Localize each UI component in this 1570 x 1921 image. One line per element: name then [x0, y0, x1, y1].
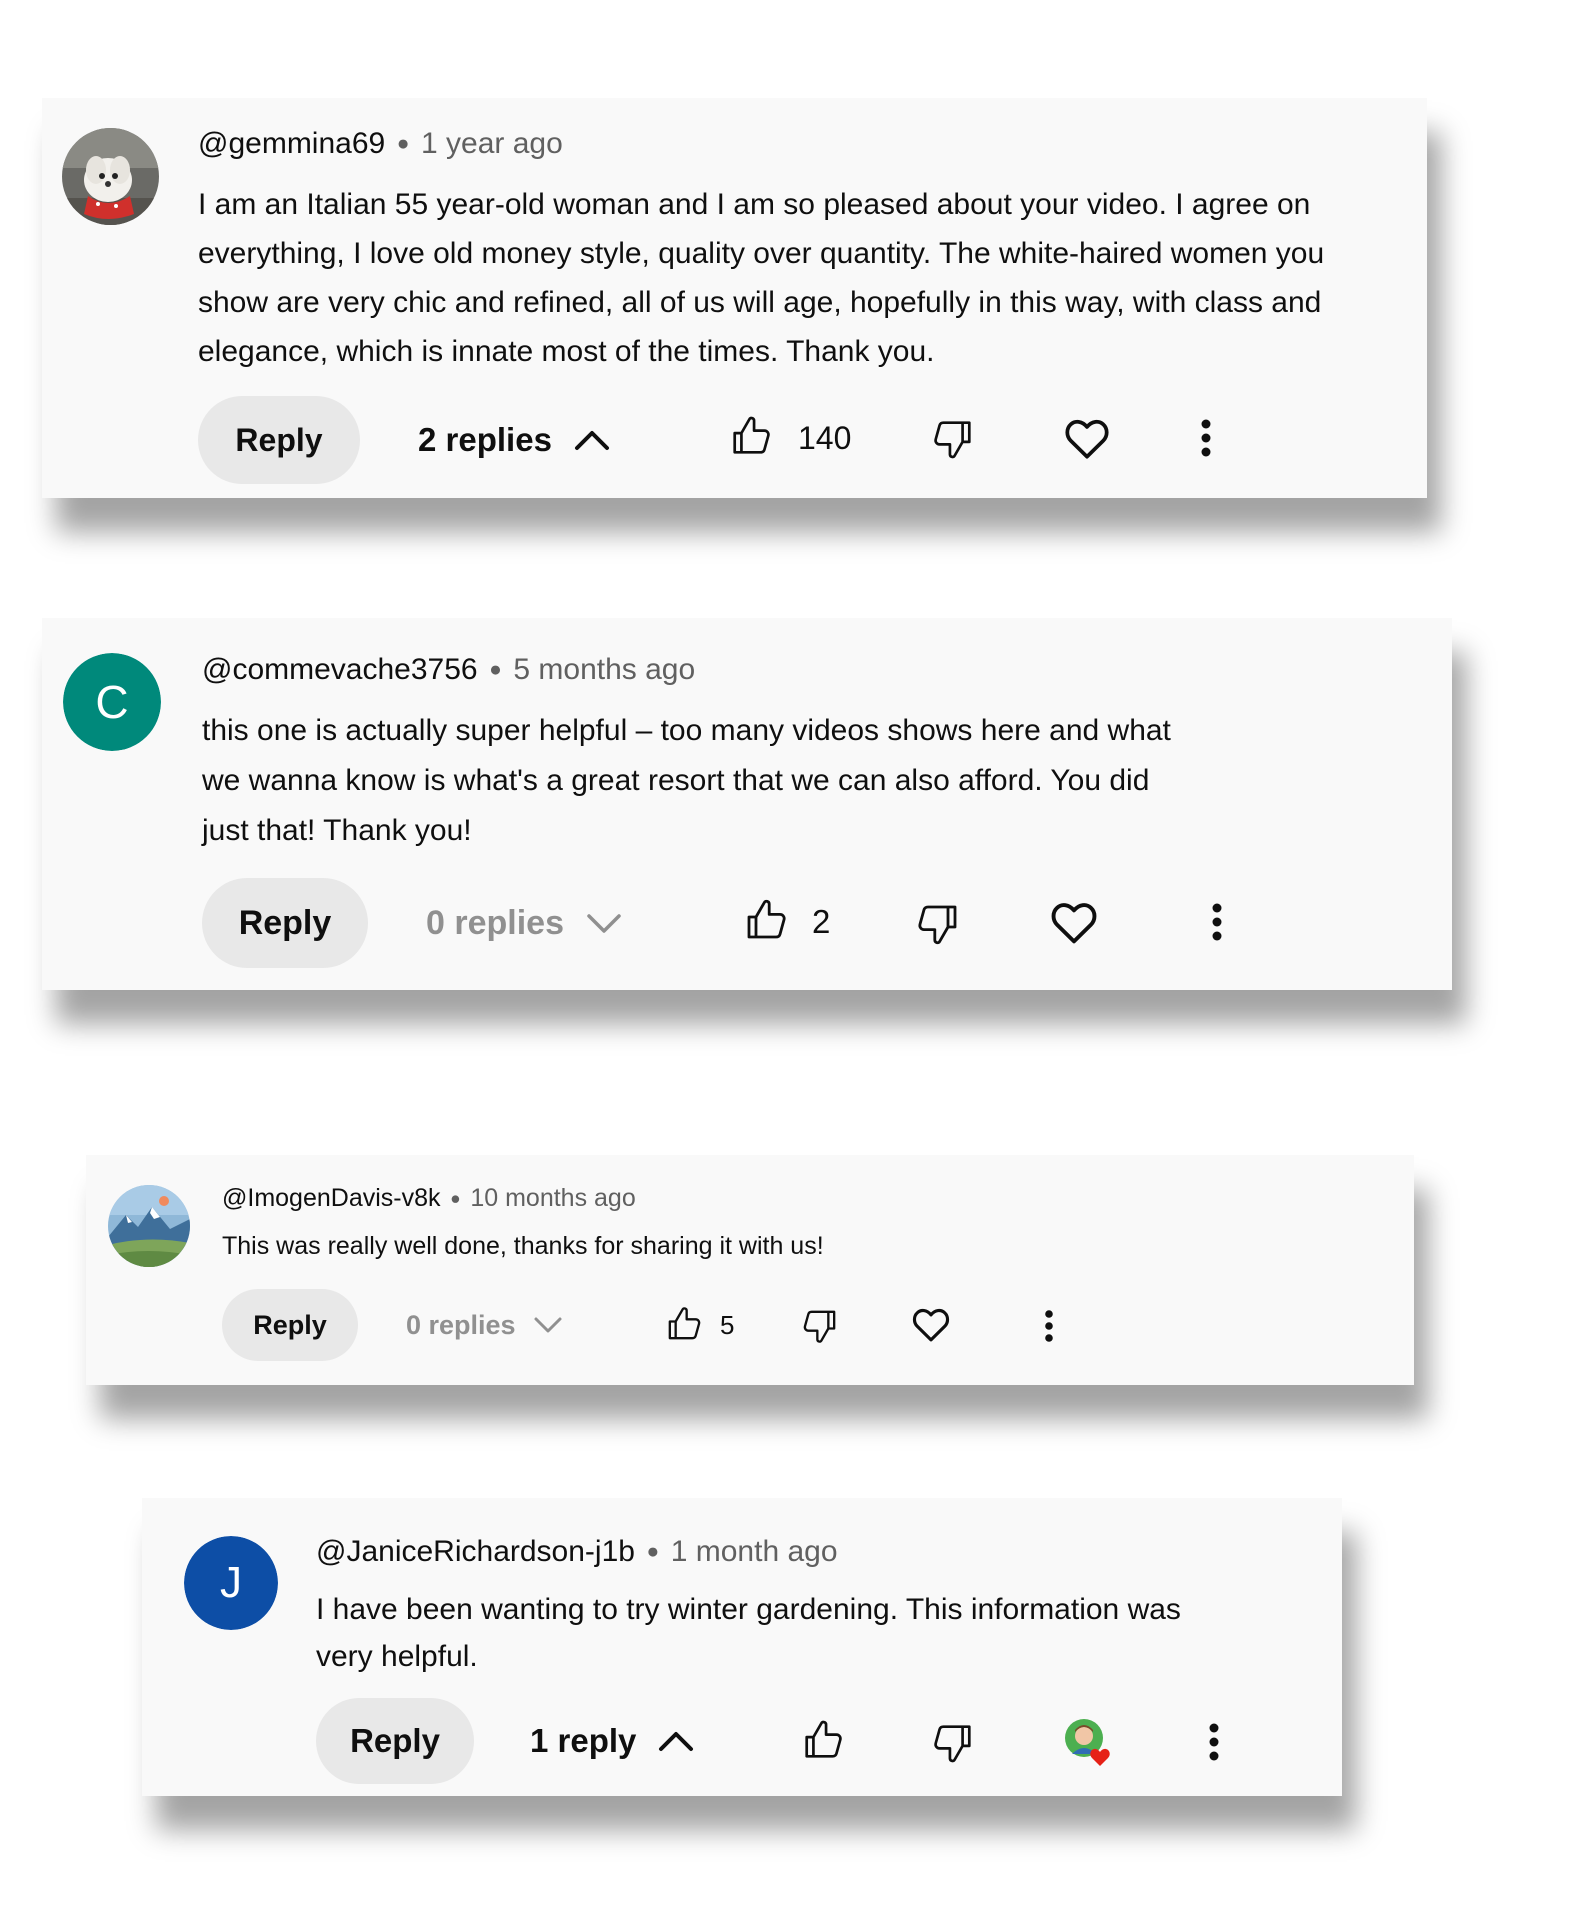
thumbs-down-icon	[918, 905, 957, 945]
like-button[interactable]	[742, 896, 790, 944]
comment-card: @ImogenDavis-v8k ● 10 months ago This wa…	[86, 1155, 1414, 1385]
avatar[interactable]: C	[63, 653, 161, 751]
dislike-button[interactable]	[930, 416, 976, 462]
creator-avatar-heart-icon	[1065, 1719, 1110, 1766]
replies-toggle[interactable]: 0 replies	[426, 898, 624, 948]
avatar[interactable]	[62, 128, 159, 225]
like-count: 2	[812, 903, 831, 940]
more-vert-icon	[1045, 1310, 1053, 1342]
comment-text-line: just that! Thank you!	[202, 814, 472, 847]
like-button[interactable]	[800, 1717, 846, 1763]
replies-count: 0 replies	[406, 1309, 516, 1340]
chevron-down-icon	[534, 1317, 562, 1333]
heart-icon	[1051, 903, 1097, 944]
thumbs-down-icon	[934, 1725, 971, 1763]
author-handle[interactable]: @commevache3756	[202, 653, 478, 687]
replies-toggle[interactable]: 2 replies	[418, 415, 612, 465]
comment-text: I am an Italian 55 year-old woman and I …	[198, 188, 1325, 368]
timestamp[interactable]: 1 month ago	[671, 1535, 838, 1569]
comment-meta: @JaniceRichardson-j1b ● 1 month ago	[316, 1532, 838, 1572]
reply-button[interactable]: Reply	[198, 396, 360, 484]
replies-toggle[interactable]: 1 reply	[530, 1716, 696, 1766]
comment-card: @gemmina69 ● 1 year ago I am an Italian …	[42, 98, 1427, 498]
heart-button[interactable]	[910, 1304, 952, 1346]
like-count: 140	[798, 419, 852, 456]
avatar[interactable]: J	[184, 1536, 278, 1630]
mountain-landscape-icon	[108, 1185, 190, 1267]
chevron-down-icon	[587, 914, 622, 933]
timestamp[interactable]: 10 months ago	[470, 1184, 635, 1213]
comment-card: J @JaniceRichardson-j1b ● 1 month ago I …	[142, 1498, 1342, 1796]
thumbs-down-icon	[803, 1310, 836, 1343]
author-handle[interactable]: @ImogenDavis-v8k	[222, 1184, 441, 1213]
more-options-button[interactable]	[1211, 902, 1223, 942]
comment-meta: @ImogenDavis-v8k ● 10 months ago	[222, 1181, 636, 1215]
comment-meta: @gemmina69 ● 1 year ago	[198, 124, 563, 164]
more-options-button[interactable]	[1200, 418, 1212, 458]
creator-heart-badge[interactable]	[1062, 1716, 1116, 1770]
replies-toggle[interactable]: 0 replies	[406, 1305, 564, 1345]
heart-button[interactable]	[1062, 414, 1112, 464]
avatar-letter: J	[220, 1558, 242, 1607]
heart-button[interactable]	[1048, 897, 1100, 949]
more-options-button[interactable]	[1208, 1722, 1220, 1762]
thumbs-up-icon	[733, 416, 770, 454]
reply-button[interactable]: Reply	[316, 1698, 474, 1784]
heart-icon	[1065, 419, 1109, 459]
reply-button[interactable]: Reply	[202, 878, 368, 968]
comment-text-line: we wanna know is what's a great resort t…	[202, 764, 1150, 797]
dislike-button[interactable]	[930, 1720, 976, 1766]
comment-text: this one is actually super helpful – too…	[202, 706, 1352, 856]
like-button[interactable]	[728, 413, 774, 459]
separator-dot: ●	[396, 132, 410, 155]
comment-meta: @commevache3756 ● 5 months ago	[202, 650, 695, 690]
thumbs-up-icon	[805, 1720, 842, 1758]
chevron-up-icon	[574, 431, 609, 450]
comment-card: C @commevache3756 ● 5 months ago this on…	[42, 618, 1452, 990]
comment-text-line: very helpful.	[316, 1640, 478, 1673]
separator-dot: ●	[646, 1540, 660, 1563]
author-handle[interactable]: @gemmina69	[198, 127, 385, 161]
replies-count: 2 replies	[418, 421, 552, 458]
dislike-button[interactable]	[914, 900, 962, 948]
heart-icon	[912, 1308, 950, 1342]
thumbs-down-icon	[934, 421, 971, 459]
more-vert-icon	[1209, 1723, 1219, 1761]
author-handle[interactable]: @JaniceRichardson-j1b	[316, 1535, 635, 1569]
dog-photo-icon	[62, 128, 159, 225]
timestamp[interactable]: 1 year ago	[421, 127, 563, 161]
comment-text: I have been wanting to try winter garden…	[316, 1586, 1276, 1680]
more-vert-icon	[1201, 419, 1211, 457]
reply-button[interactable]: Reply	[222, 1289, 358, 1361]
thumbs-up-icon	[668, 1307, 701, 1340]
avatar[interactable]	[108, 1185, 190, 1267]
thumbs-up-icon	[747, 899, 786, 939]
timestamp[interactable]: 5 months ago	[513, 653, 695, 687]
like-count: 5	[720, 1309, 735, 1340]
dislike-button[interactable]	[800, 1306, 840, 1346]
like-button[interactable]	[664, 1304, 704, 1344]
more-vert-icon	[1212, 903, 1222, 941]
replies-count: 1 reply	[530, 1722, 637, 1759]
separator-dot: ●	[489, 658, 502, 681]
comment-text-line: this one is actually super helpful – too…	[202, 714, 1171, 747]
chevron-up-icon	[659, 1732, 694, 1751]
comment-text-line: I have been wanting to try winter garden…	[316, 1593, 1181, 1626]
separator-dot: ●	[450, 1187, 461, 1208]
replies-count: 0 replies	[426, 903, 564, 942]
comment-text: This was really well done, thanks for sh…	[222, 1232, 824, 1260]
avatar-letter: C	[95, 676, 129, 728]
more-options-button[interactable]	[1044, 1309, 1054, 1343]
